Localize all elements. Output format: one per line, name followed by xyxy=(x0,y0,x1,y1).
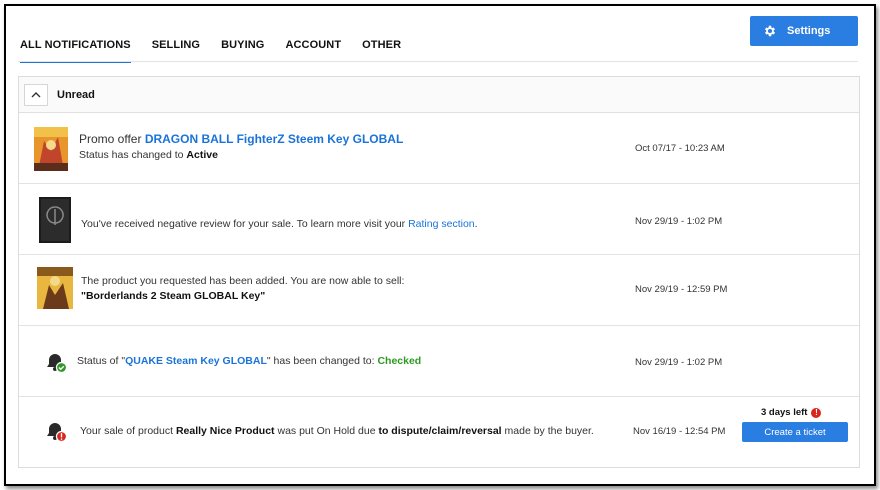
product-link[interactable]: DRAGON BALL FighterZ Steem Key GLOBAL xyxy=(145,132,403,146)
notification-date: Nov 29/19 - 12:59 PM xyxy=(635,284,728,295)
notification-message: Status of "QUAKE Steam Key GLOBAL" has b… xyxy=(77,354,421,369)
message-text-end: made by the buyer. xyxy=(501,425,594,437)
status-checked: Checked xyxy=(377,355,422,367)
notification-date: Oct 07/17 - 10:23 AM xyxy=(635,143,725,154)
status-text: Status has changed to xyxy=(79,149,187,161)
status-value: Active xyxy=(186,149,218,161)
collapse-button[interactable] xyxy=(24,83,48,106)
days-left-text: 3 days left xyxy=(761,407,808,418)
tab-selling[interactable]: SELLING xyxy=(152,36,200,63)
section-title: Unread xyxy=(57,88,95,101)
notification-message: Promo offer DRAGON BALL FighterZ Steem K… xyxy=(79,132,403,147)
tab-bar: ALL NOTIFICATIONS SELLING BUYING ACCOUNT… xyxy=(20,36,422,63)
message-text: Status of " xyxy=(77,355,126,367)
notification-row: Promo offer DRAGON BALL FighterZ Steem K… xyxy=(19,113,859,184)
notifications-window: ALL NOTIFICATIONS SELLING BUYING ACCOUNT… xyxy=(4,4,876,486)
borderlands-cover-image xyxy=(37,267,73,309)
product-title: "Borderlands 2 Steam GLOBAL Key" xyxy=(81,290,266,302)
notifications-panel: Unread Promo offer DRAGON BALL FighterZ … xyxy=(18,76,860,468)
message-suffix: . xyxy=(474,218,478,230)
notification-row: Status of "QUAKE Steam Key GLOBAL" has b… xyxy=(19,326,859,397)
rating-section-link[interactable]: Rating section xyxy=(408,218,475,230)
unread-section-header: Unread xyxy=(19,77,859,113)
settings-label: Settings xyxy=(787,25,831,37)
notification-message: You've received negative review for your… xyxy=(81,217,478,232)
notification-row: The product you requested has been added… xyxy=(19,255,859,326)
gear-icon xyxy=(764,25,776,37)
quake-cover-image xyxy=(39,197,71,243)
days-left-label: 3 days left ! xyxy=(761,407,822,418)
tab-buying[interactable]: BUYING xyxy=(221,36,264,63)
chevron-up-icon xyxy=(31,92,41,98)
tab-other[interactable]: OTHER xyxy=(362,36,401,63)
notification-message: Your sale of product Really Nice Product… xyxy=(80,424,594,439)
notification-date: Nov 29/19 - 1:02 PM xyxy=(635,357,723,368)
notification-status-line: Status has changed to Active xyxy=(79,148,218,163)
notification-date: Nov 29/19 - 1:02 PM xyxy=(635,216,723,227)
notification-message: The product you requested has been added… xyxy=(81,275,405,287)
product-name: "Borderlands 2 Steam GLOBAL Key" xyxy=(81,289,265,304)
tab-all-notifications[interactable]: ALL NOTIFICATIONS xyxy=(20,36,131,63)
message-text: You've received negative review for your… xyxy=(81,218,409,230)
bell-check-icon xyxy=(47,354,68,374)
product-name: Really Nice Product xyxy=(175,425,275,437)
message-text-mid: " has been changed to: xyxy=(266,355,378,367)
message-text: Promo offer xyxy=(79,132,145,146)
notification-row: You've received negative review for your… xyxy=(19,184,859,255)
hold-reason: to dispute/claim/reversal xyxy=(378,425,502,437)
settings-button[interactable]: Settings xyxy=(750,16,858,46)
notification-date: Nov 16/19 - 12:54 PM xyxy=(633,426,726,437)
dragon-ball-cover-image xyxy=(34,127,68,171)
alert-icon: ! xyxy=(811,407,822,418)
message-text: Your sale of product xyxy=(80,425,176,437)
tabs-divider xyxy=(18,61,858,62)
tab-account[interactable]: ACCOUNT xyxy=(285,36,341,63)
notification-row: Your sale of product Really Nice Product… xyxy=(19,397,859,468)
bell-alert-icon xyxy=(47,423,68,443)
message-text-mid: was put On Hold due xyxy=(274,425,379,437)
create-ticket-button[interactable]: Create a ticket xyxy=(742,422,848,442)
product-link[interactable]: QUAKE Steam Key GLOBAL xyxy=(125,355,267,367)
